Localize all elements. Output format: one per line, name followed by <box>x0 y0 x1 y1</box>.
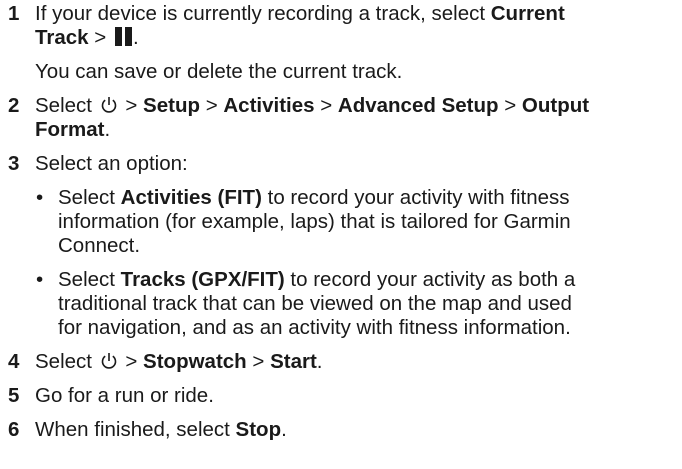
step-number: 1 <box>8 2 20 25</box>
step-number: 4 <box>8 350 20 373</box>
step-text: Select > Stopwatch > Start. <box>35 350 323 373</box>
step-text: Go for a run or ride. <box>35 384 214 407</box>
step-number: 6 <box>8 418 20 441</box>
option-text: Select Tracks (GPX/FIT) to record your a… <box>58 268 576 291</box>
step-text: When finished, select Stop. <box>35 418 287 441</box>
step-number: 5 <box>8 384 20 407</box>
option-text: traditional track that can be viewed on … <box>58 292 572 315</box>
option-text: Connect. <box>58 234 141 257</box>
pause-icon <box>114 27 133 46</box>
step-text: Select > Setup > Activities > Advanced S… <box>35 94 590 117</box>
option-text: for navigation, and as an activity with … <box>58 316 571 339</box>
power-icon <box>101 97 116 113</box>
bullet: • <box>36 186 44 209</box>
step-number: 2 <box>8 94 20 117</box>
option-text: information (for example, laps) that is … <box>58 210 571 233</box>
power-icon <box>101 353 116 369</box>
step-text: If your device is currently recording a … <box>35 2 565 25</box>
bullet: • <box>36 268 44 291</box>
step-text: Select an option: <box>35 152 188 175</box>
step-text: Format. <box>35 118 111 141</box>
option-text: Select Activities (FIT) to record your a… <box>58 186 570 209</box>
step-text: Track > . <box>35 26 139 49</box>
step-note: You can save or delete the current track… <box>35 60 403 83</box>
step-number: 3 <box>8 152 20 175</box>
